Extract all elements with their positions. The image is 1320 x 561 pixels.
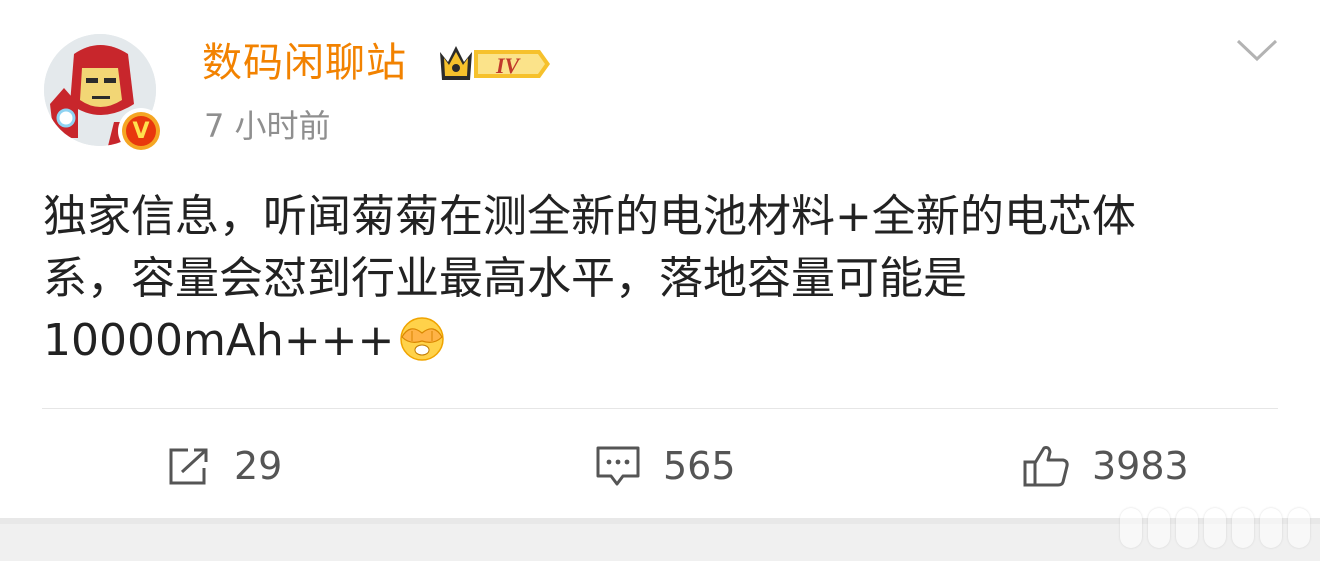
post-text-line: 10000mAh+++	[43, 315, 395, 366]
cover-face-emoji-icon	[400, 317, 445, 361]
repost-button[interactable]: 29	[166, 436, 282, 496]
comment-button[interactable]: 565	[595, 436, 736, 496]
like-count: 3983	[1092, 444, 1189, 488]
comment-count: 565	[663, 444, 736, 488]
verified-v-icon: V	[126, 116, 156, 146]
thumbs-up-icon	[1023, 446, 1069, 487]
verified-badge: V	[118, 108, 164, 154]
author-name[interactable]: 数码闲聊站	[202, 36, 407, 90]
divider	[42, 408, 1278, 409]
comment-icon	[596, 446, 640, 486]
post-text-line: 系，容量会怼到行业最高水平，落地容量可能是	[43, 253, 967, 304]
level-badge-text: IV	[495, 53, 522, 78]
post-text-line: 独家信息，听闻菊菊在测全新的电池材料+全新的电芯体	[43, 191, 1136, 242]
post-body: 独家信息，听闻菊菊在测全新的电池材料+全新的电芯体 系，容量会怼到行业最高水平，…	[43, 186, 1283, 372]
level-badge-icon: IV	[440, 46, 550, 80]
repost-count: 29	[234, 444, 283, 488]
chevron-down-icon[interactable]	[1236, 38, 1278, 62]
share-icon	[169, 448, 208, 485]
post-card: V 数码闲聊站 IV 7 小时前 独家信息，听闻菊菊在测全新的电池材料+全新的电…	[0, 0, 1320, 518]
like-button[interactable]: 3983	[1022, 436, 1189, 496]
post-timestamp: 7 小时前	[204, 107, 331, 145]
post-text-line-with-emoji: 10000mAh+++	[43, 310, 1283, 372]
watermark-icon	[1120, 508, 1310, 548]
